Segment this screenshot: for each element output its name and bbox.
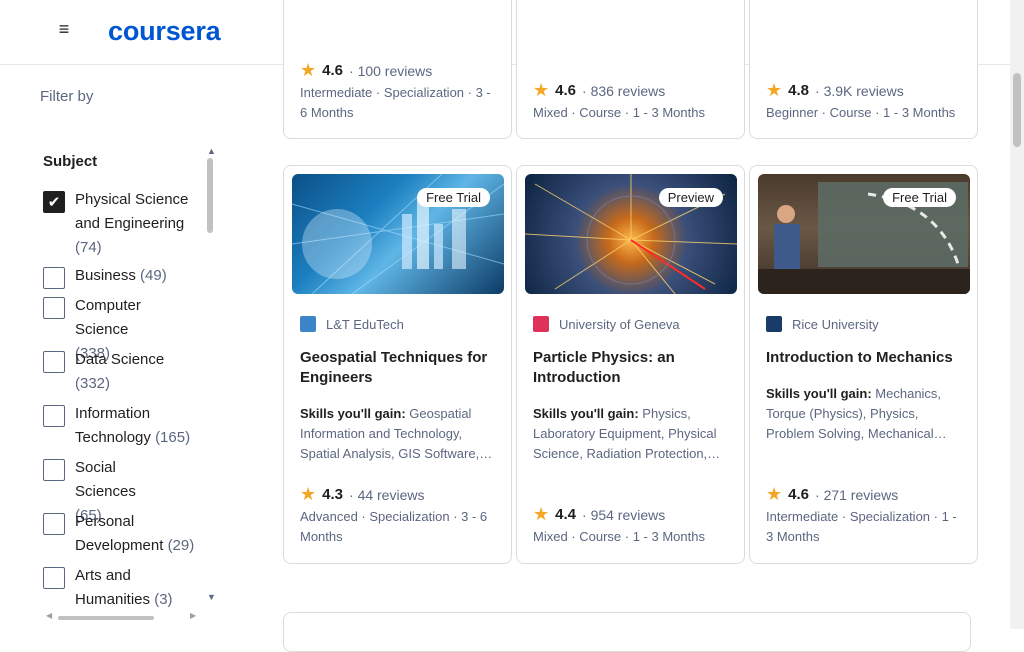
- checkbox[interactable]: [43, 459, 65, 481]
- course-card[interactable]: Preview University of Geneva Particle Ph…: [516, 165, 745, 564]
- course-meta: Mixed · Course · 1 - 3 Months: [533, 529, 705, 544]
- star-icon: ★: [533, 80, 550, 100]
- skills: Skills you'll gain: Mechanics, Torque (P…: [766, 386, 947, 441]
- course-meta: Mixed · Course · 1 - 3 Months: [533, 105, 705, 120]
- option-count: (49): [140, 267, 167, 284]
- course-title[interactable]: Introduction to Mechanics: [766, 348, 966, 368]
- subject-heading: Subject: [43, 153, 98, 170]
- course-meta: Intermediate · Specialization · 3 - 6 Mo…: [300, 85, 491, 120]
- option-count: (332): [75, 375, 111, 392]
- rating: ★ 4.6 · 271 reviews: [766, 484, 899, 504]
- next-card-partial: [283, 612, 971, 652]
- rating: ★ 4.6 · 100 reviews: [300, 60, 433, 80]
- course-title[interactable]: Geospatial Techniques for Engineers: [300, 348, 500, 388]
- checkbox[interactable]: [43, 267, 65, 289]
- rating: ★ 4.6 · 836 reviews: [533, 80, 666, 100]
- checkbox-checked[interactable]: ✔: [43, 191, 65, 213]
- rating: ★ 4.8 · 3.9K reviews: [766, 80, 904, 100]
- subject-scrollbar[interactable]: ▲ ▼: [205, 146, 219, 606]
- filter-by-heading: Filter by: [40, 88, 94, 105]
- scroll-left-icon[interactable]: ◀: [46, 611, 52, 620]
- coursera-logo[interactable]: coursera: [108, 16, 221, 47]
- scroll-up-icon[interactable]: ▲: [207, 146, 216, 156]
- menu-icon[interactable]: ≡: [46, 6, 82, 52]
- scroll-down-icon[interactable]: ▼: [207, 592, 216, 602]
- partner-logo: [533, 316, 549, 332]
- course-meta: Advanced · Specialization · 3 - 6 Months: [300, 509, 488, 544]
- skills: Skills you'll gain: Geospatial Informati…: [300, 406, 493, 461]
- option-count: (165): [155, 429, 191, 446]
- scrollbar-thumb[interactable]: [207, 158, 213, 233]
- course-card-top[interactable]: ★ 4.6 · 836 reviews Mixed · Course · 1 - 3…: [516, 0, 745, 139]
- partner: University of Geneva: [533, 316, 680, 332]
- option-count: (29): [167, 537, 195, 554]
- course-meta: Intermediate · Specialization · 1 - 3 Mo…: [766, 509, 957, 544]
- checkbox[interactable]: [43, 297, 65, 319]
- rating: ★ 4.3 · 44 reviews: [300, 484, 425, 504]
- checkbox[interactable]: [43, 405, 65, 427]
- course-card[interactable]: Free Trial Rice University Introduction …: [749, 165, 978, 564]
- partner: L&T EduTech: [300, 316, 404, 332]
- option-count: (74): [75, 239, 102, 256]
- free-trial-badge: Free Trial: [417, 188, 490, 207]
- subject-filter-panel: Subject ✔ Physical Science and Engineeri…: [43, 153, 195, 608]
- checkbox[interactable]: [43, 513, 65, 535]
- course-card-top[interactable]: ★ 4.8 · 3.9K reviews Beginner · Course · 1…: [749, 0, 978, 139]
- subject-horizontal-scrollbar[interactable]: ◀ ▶: [46, 611, 196, 622]
- free-trial-badge: Free Trial: [883, 188, 956, 207]
- partner-logo: [766, 316, 782, 332]
- course-card[interactable]: Free Trial L&T EduTech Geospatial Techni…: [283, 165, 512, 564]
- star-icon: ★: [300, 484, 317, 504]
- course-image: Preview: [525, 174, 737, 294]
- star-icon: ★: [533, 504, 550, 524]
- checkmark-icon: ✔: [47, 193, 61, 211]
- course-image: Free Trial: [292, 174, 504, 294]
- course-title[interactable]: Particle Physics: an Introduction: [533, 348, 733, 388]
- checkbox[interactable]: [43, 567, 65, 589]
- page-scrollbar[interactable]: [1010, 0, 1024, 629]
- star-icon: ★: [300, 60, 317, 80]
- skills: Skills you'll gain: Physics, Laboratory …: [533, 406, 721, 461]
- scroll-right-icon[interactable]: ▶: [190, 611, 196, 620]
- star-icon: ★: [766, 80, 783, 100]
- course-image: Free Trial: [758, 174, 970, 294]
- course-meta: Beginner · Course · 1 - 3 Months: [766, 105, 956, 120]
- partner: Rice University: [766, 316, 879, 332]
- star-icon: ★: [766, 484, 783, 504]
- checkbox[interactable]: [43, 351, 65, 373]
- preview-badge: Preview: [658, 188, 723, 207]
- rating: ★ 4.4 · 954 reviews: [533, 504, 666, 524]
- course-card-top[interactable]: ★ 4.6 · 100 reviews Intermediate · Special…: [283, 0, 512, 139]
- option-count: (3): [154, 591, 173, 608]
- partner-logo: [300, 316, 316, 332]
